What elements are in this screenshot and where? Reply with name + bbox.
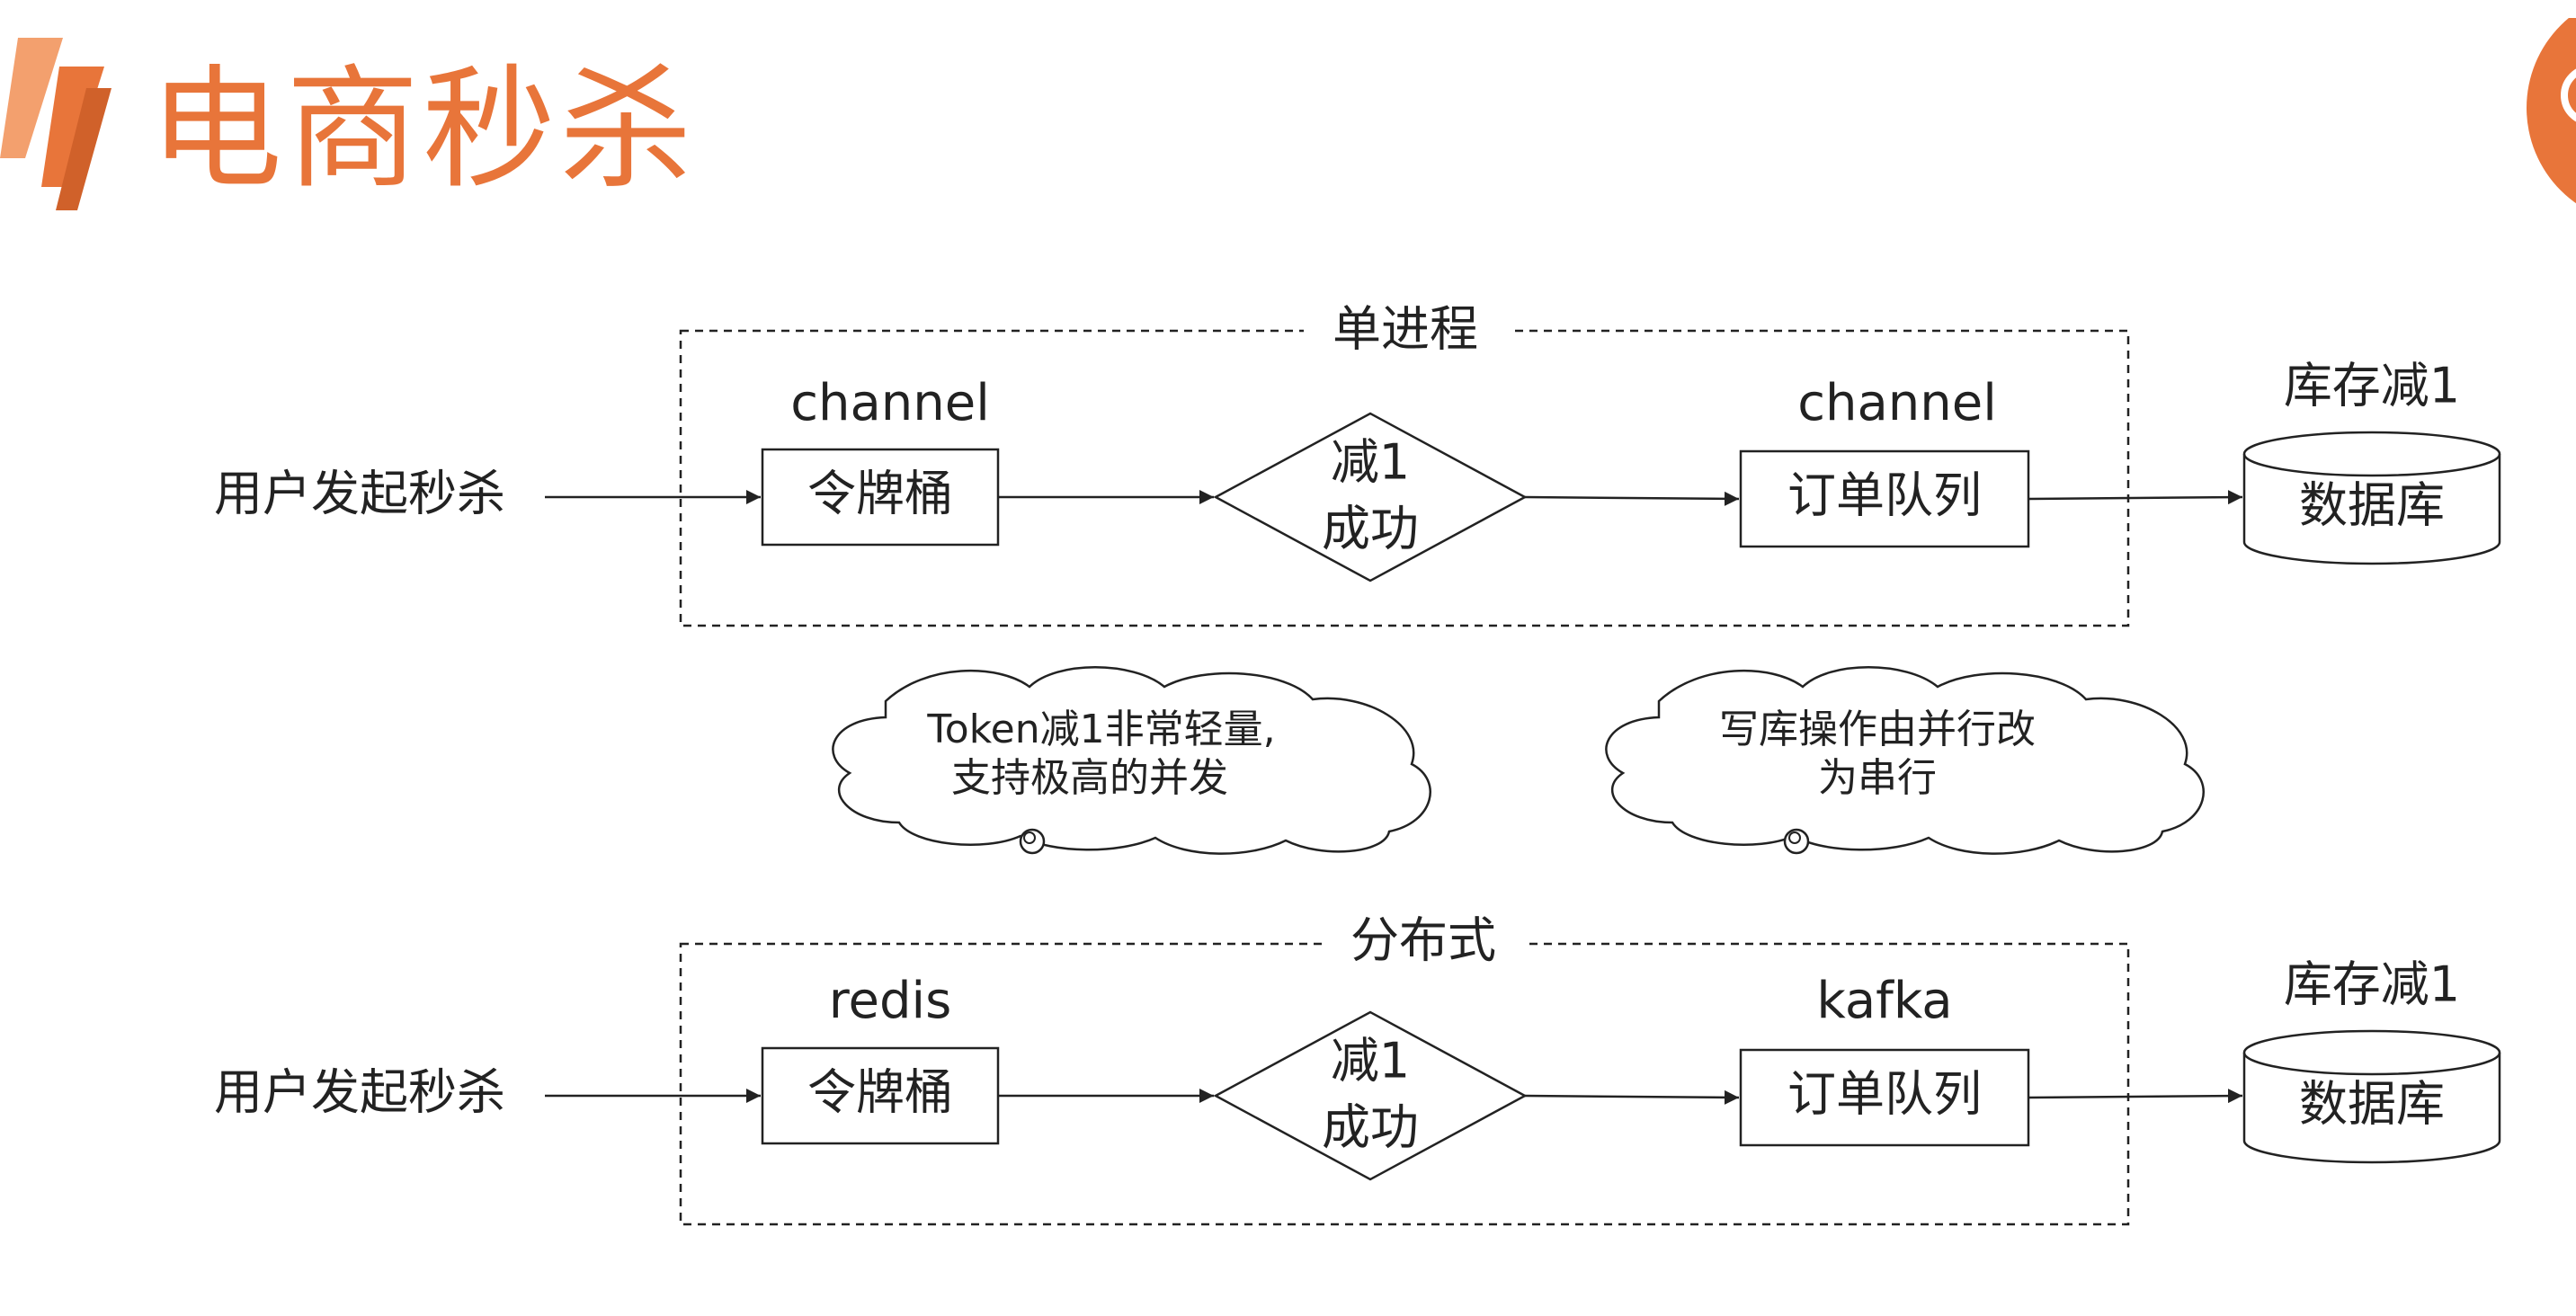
single-process-section: 单进程 用户发起秒杀 channel 令牌桶 减1 成功 channel 订单队… xyxy=(214,301,2501,627)
distributed-order-queue-label: 订单队列 xyxy=(1787,1066,1982,1123)
serial-note-cloud: 写库操作由并行改 为串行 xyxy=(1605,666,2205,855)
token-note-line2: 支持极高的并发 xyxy=(951,755,1228,801)
flow-diagram: 单进程 用户发起秒杀 channel 令牌桶 减1 成功 channel 订单队… xyxy=(214,301,2501,1226)
distributed-arrow-queue-db xyxy=(2028,1089,2243,1104)
single-decision-line2: 成功 xyxy=(1322,501,1419,557)
distributed-arrow-decision-queue xyxy=(1524,1089,1740,1105)
token-note-line1: Token减1非常轻量, xyxy=(926,707,1275,752)
single-database-label: 数据库 xyxy=(2299,477,2445,534)
distributed-queue-caption: kafka xyxy=(1816,972,1952,1030)
distributed-decision-line2: 成功 xyxy=(1322,1099,1419,1156)
distributed-label: 分布式 xyxy=(1350,912,1496,969)
distributed-db-caption: 库存减1 xyxy=(2284,956,2460,1013)
distributed-source-label: 用户发起秒杀 xyxy=(214,1064,505,1121)
single-order-queue-label: 订单队列 xyxy=(1787,467,1982,524)
single-token-bucket-label: 令牌桶 xyxy=(807,466,953,522)
distributed-token-bucket-label: 令牌桶 xyxy=(807,1064,953,1121)
distributed-bucket-caption: redis xyxy=(829,972,952,1030)
serial-note-line1: 写库操作由并行改 xyxy=(1719,707,2036,752)
single-db-caption: 库存减1 xyxy=(2284,358,2460,414)
single-process-label: 单进程 xyxy=(1333,301,1478,358)
distributed-decision-line1: 减1 xyxy=(1331,1033,1410,1089)
serial-note-line2: 为串行 xyxy=(1818,755,1937,801)
single-source-label: 用户发起秒杀 xyxy=(214,466,505,522)
single-arrow-queue-db xyxy=(2028,490,2243,505)
single-arrow-decision-queue xyxy=(1524,491,1740,506)
single-bucket-caption: channel xyxy=(790,374,990,432)
token-note-cloud: Token减1非常轻量, 支持极高的并发 xyxy=(832,666,1431,855)
single-queue-caption: channel xyxy=(1797,374,1997,432)
single-decision-line1: 减1 xyxy=(1331,434,1410,491)
distributed-section: 分布式 用户发起秒杀 redis 令牌桶 减1 成功 kafka 订单队列 库存… xyxy=(214,912,2501,1226)
distributed-database-label: 数据库 xyxy=(2299,1076,2445,1133)
